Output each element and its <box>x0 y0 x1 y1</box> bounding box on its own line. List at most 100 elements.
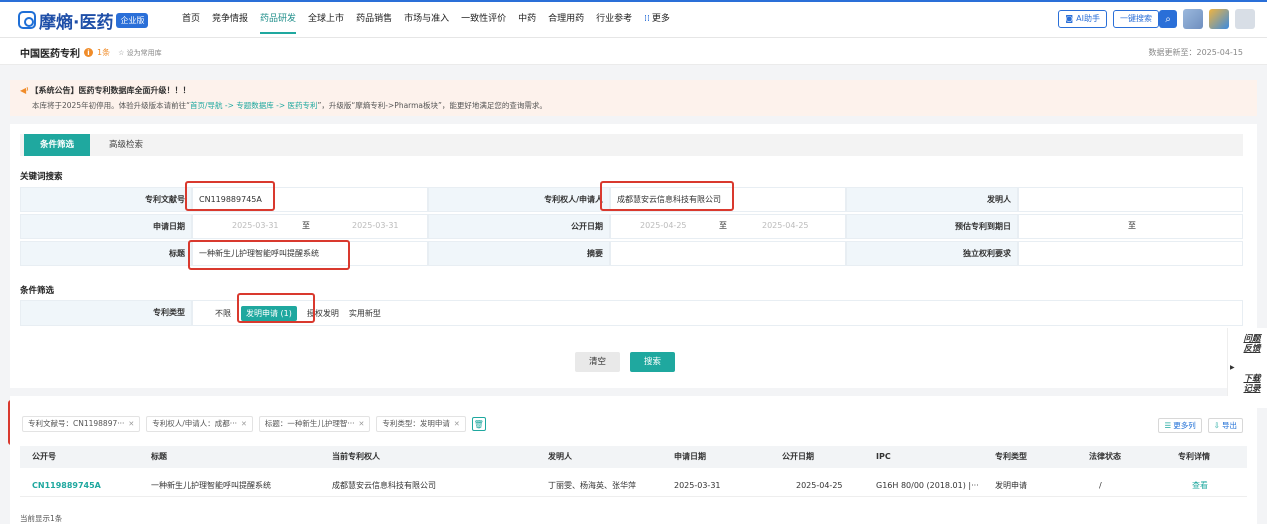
result-count: 1条 <box>97 48 111 57</box>
cell-ipc: G16H 80/00 (2018.01) |··· <box>876 481 979 490</box>
cell-pub-no[interactable]: CN119889745A <box>32 475 101 497</box>
col-owner[interactable]: 当前专利权人 <box>332 446 380 468</box>
nav-home[interactable]: 首页 <box>176 0 206 38</box>
search-button[interactable]: 搜索 <box>630 352 676 372</box>
nav-industry-ref[interactable]: 行业参考 <box>590 0 638 38</box>
notice-body-a: 本库将于2025年初停用。体验升级版本请前往“ <box>32 101 190 110</box>
result-footer: 当前显示1条 <box>20 514 63 523</box>
info-icon: i <box>84 48 93 57</box>
cell-title: 一种新生儿护理智能呼叫提醒系统 <box>151 481 271 490</box>
trash-icon[interactable]: 🗑 <box>471 417 486 431</box>
col-apply-date[interactable]: 申请日期 <box>674 446 706 468</box>
tab-condition-filter[interactable]: 条件筛选 <box>24 134 90 156</box>
highlight-owner <box>600 181 734 211</box>
abstract-label: 摘要 <box>428 241 610 266</box>
page-title-text: 中国医药专利 <box>20 49 80 60</box>
claims-input[interactable] <box>1018 241 1243 266</box>
top-tools: ◙ AI助手 一键搜索 ⌕ <box>1058 8 1255 30</box>
table-header: 公开号 标题 当前专利权人 发明人 申请日期 公开日期 IPC 专利类型 法律状… <box>20 446 1247 468</box>
col-title[interactable]: 标题 <box>151 446 167 468</box>
nav-market-access[interactable]: 市场与准入 <box>398 0 455 38</box>
search-icon[interactable]: ⌕ <box>1159 10 1177 28</box>
close-icon[interactable]: ✕ <box>128 417 134 431</box>
collapse-arrow-icon[interactable]: ▶ <box>1230 364 1235 371</box>
cell-owner: 成都慧安云信息科技有限公司 <box>332 481 436 490</box>
chip-title[interactable]: 标题：一种新生儿护理智··· ✕ <box>258 416 371 432</box>
chip-doc-no-text: 专利文献号：CN1198897··· <box>28 419 125 428</box>
download-record-tab[interactable]: 下载记录 <box>1241 374 1263 394</box>
chip-patent-type[interactable]: 专利类型：发明申请 ✕ <box>376 416 466 432</box>
patent-type-label: 专利类型 <box>20 300 192 326</box>
claims-label: 独立权利要求 <box>846 241 1018 266</box>
col-ipc[interactable]: IPC <box>876 446 891 468</box>
nav-competition[interactable]: 竞争情报 <box>206 0 254 38</box>
search-tabs: 条件筛选 高级检索 <box>20 134 1243 156</box>
favorite-label: 设为常用库 <box>126 48 162 57</box>
inventor-input[interactable] <box>1018 187 1243 212</box>
view-detail-link[interactable]: 查看 <box>1192 475 1208 497</box>
highlight-doc-no <box>185 181 275 211</box>
favorite-button[interactable]: ☆ 设为常用库 <box>118 48 162 58</box>
col-pub-date[interactable]: 公开日期 <box>782 446 814 468</box>
clear-button[interactable]: 清空 <box>575 352 621 372</box>
nav-rational-use[interactable]: 合理用药 <box>542 0 590 38</box>
chip-title-text: 标题：一种新生儿护理智··· <box>264 419 355 428</box>
table-row: CN119889745A 一种新生儿护理智能呼叫提醒系统 成都慧安云信息科技有限… <box>20 475 1247 497</box>
patent-type-utility-model[interactable]: 实用新型 <box>349 308 381 319</box>
export-button[interactable]: ⇩ 导出 <box>1207 418 1243 433</box>
abstract-input[interactable] <box>610 241 846 266</box>
system-notice: ◀⁾ 【系统公告】医药专利数据库全面升级！！！ 本库将于2025年初停用。体验升级… <box>10 80 1257 116</box>
pub-date-label: 公开日期 <box>428 214 610 239</box>
col-legal-status[interactable]: 法律状态 <box>1089 446 1121 468</box>
chip-owner[interactable]: 专利权人/申请人：成都··· ✕ <box>146 416 253 432</box>
nav-tcm[interactable]: 中药 <box>512 0 542 38</box>
col-pub-no[interactable]: 公开号 <box>32 446 56 468</box>
notice-link[interactable]: 首页/导航 -> 专题数据库 -> 医药专利 <box>190 101 318 110</box>
quick-search-button[interactable]: 一键搜索 <box>1113 10 1159 28</box>
ai-assistant-button[interactable]: ◙ AI助手 <box>1058 10 1107 28</box>
pub-date-to[interactable]: 2025-04-25 <box>762 214 809 239</box>
edition-badge: 企业版 <box>116 12 149 28</box>
apply-date-from[interactable]: 2025-03-31 <box>232 214 279 239</box>
nav-more[interactable]: ⁞⁞ 更多 <box>638 0 676 38</box>
notice-body: 本库将于2025年初停用。体验升级版本请前往“首页/导航 -> 专题数据库 ->… <box>32 100 547 111</box>
export-label: 导出 <box>1222 421 1237 430</box>
keyword-section-title: 关键词搜索 <box>20 172 63 182</box>
expire-date-sep: 至 <box>1128 221 1136 230</box>
cell-apply-date: 2025-03-31 <box>674 481 721 490</box>
feedback-tab[interactable]: 问题反馈 <box>1241 334 1263 354</box>
more-columns-label: 更多列 <box>1173 421 1196 430</box>
nav-global-launch[interactable]: 全球上市 <box>302 0 350 38</box>
chip-doc-no[interactable]: 专利文献号：CN1198897··· ✕ <box>22 416 141 432</box>
tab-advanced-search[interactable]: 高级检索 <box>96 134 156 156</box>
col-inventor[interactable]: 发明人 <box>548 446 572 468</box>
logo-icon <box>18 11 36 29</box>
chip-patent-type-text: 专利类型：发明申请 <box>382 419 450 428</box>
nav-drug-rd[interactable]: 药品研发 <box>254 0 302 38</box>
patent-type-any[interactable]: 不限 <box>215 308 231 319</box>
more-columns-button[interactable]: ☰ 更多列 <box>1158 418 1202 433</box>
ai-assistant-label: AI助手 <box>1076 14 1100 23</box>
speaker-icon: ◀⁾ <box>20 86 29 95</box>
close-icon[interactable]: ✕ <box>454 417 460 431</box>
nav-drug-sales[interactable]: 药品销售 <box>350 0 398 38</box>
logo[interactable]: 摩熵·医药 企业版 <box>18 9 149 33</box>
cell-pub-date: 2025-04-25 <box>796 481 843 490</box>
close-icon[interactable]: ✕ <box>359 417 365 431</box>
notice-body-b: ”，升级版“摩熵专利->Pharma板块”，能更好地满足您的查询需求。 <box>317 101 547 110</box>
vip-icon[interactable] <box>1183 9 1203 29</box>
nav-consistency[interactable]: 一致性评价 <box>455 0 512 38</box>
robot-icon: ◙ <box>1065 14 1074 23</box>
apply-date-to[interactable]: 2025-03-31 <box>352 214 399 239</box>
close-icon[interactable]: ✕ <box>241 417 247 431</box>
pub-date-from[interactable]: 2025-04-25 <box>640 214 687 239</box>
col-detail[interactable]: 专利详情 <box>1178 446 1210 468</box>
brand-name: 摩熵·医药 <box>39 12 114 33</box>
col-patent-type[interactable]: 专利类型 <box>995 446 1027 468</box>
list-icon: ☰ <box>1164 421 1172 430</box>
avatar[interactable] <box>1235 9 1255 29</box>
cell-inventor: 丁丽雯、杨海英、张华萍 <box>548 481 636 490</box>
results-panel: 专利文献号：CN1198897··· ✕ 专利权人/申请人：成都··· ✕ 标题：一… <box>10 396 1257 524</box>
result-tools: ☰ 更多列 ⇩ 导出 <box>1158 418 1243 433</box>
app-icon[interactable] <box>1209 9 1229 29</box>
